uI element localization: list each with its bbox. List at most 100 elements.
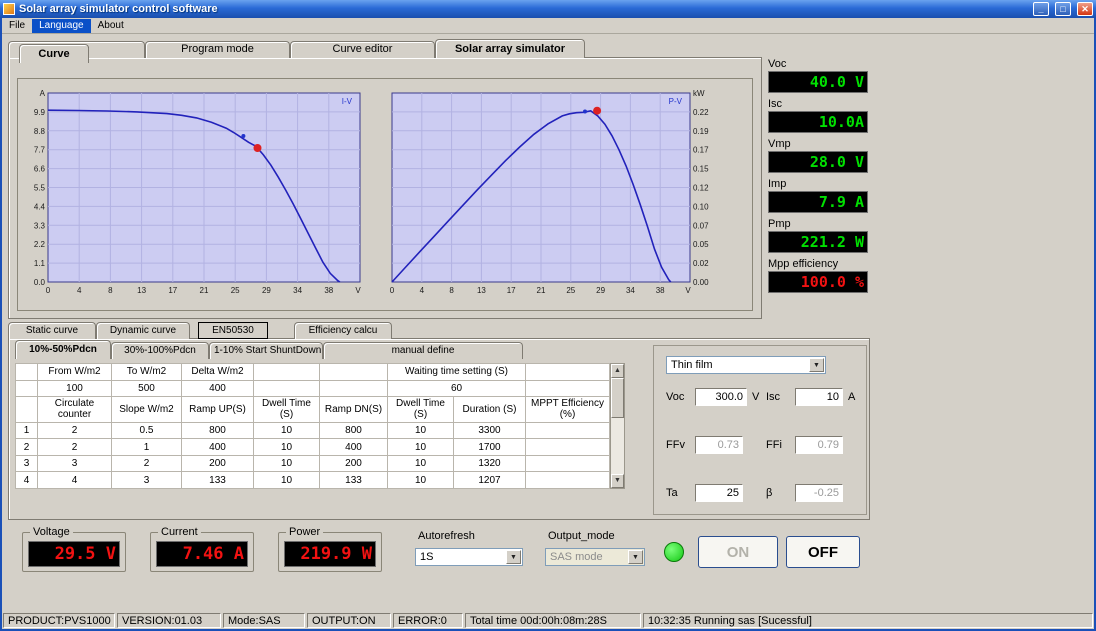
column-header-cell: Ramp UP(S) xyxy=(182,397,254,423)
tab-dynamic-curve[interactable]: Dynamic curve xyxy=(96,322,190,339)
data-cell[interactable]: 10 xyxy=(254,455,320,472)
tab-static-curve[interactable]: Static curve xyxy=(8,322,96,339)
data-cell[interactable]: 10 xyxy=(254,439,320,456)
tab-program-mode[interactable]: Program mode xyxy=(145,41,290,58)
param-voc: Voc V xyxy=(666,388,759,406)
menu-about[interactable]: About xyxy=(91,19,131,33)
module-type-select[interactable]: Thin film ▼ xyxy=(666,356,826,374)
scrollbar-track[interactable] xyxy=(611,378,624,474)
data-cell[interactable]: 10 xyxy=(254,422,320,439)
range-value-cell[interactable]: 400 xyxy=(182,380,254,397)
data-cell[interactable]: 1700 xyxy=(454,439,526,456)
minimize-button[interactable]: _ xyxy=(1033,2,1049,16)
data-cell[interactable]: 3300 xyxy=(454,422,526,439)
table-scrollbar[interactable]: ▲ ▼ xyxy=(610,363,625,489)
subtab-manual-define[interactable]: manual define xyxy=(323,342,523,359)
isc-display: 10.0A xyxy=(768,111,868,133)
curve-mode-tab-bar: Static curve Dynamic curve EN50530 Effic… xyxy=(8,322,392,339)
range-header-cell xyxy=(254,364,320,381)
isc-input[interactable] xyxy=(795,388,843,406)
titlebar[interactable]: Solar array simulator control software _… xyxy=(0,0,1096,18)
window-title: Solar array simulator control software xyxy=(19,3,1027,15)
range-value-cell[interactable] xyxy=(526,380,610,397)
data-cell[interactable]: 10 xyxy=(388,422,454,439)
chevron-down-icon[interactable]: ▼ xyxy=(506,550,521,564)
tab-en50530[interactable]: EN50530 xyxy=(198,322,268,339)
readout-pmp: Pmp 221.2 W xyxy=(768,218,868,253)
subtab-start-shutdown[interactable]: 1-10% Start ShuntDown xyxy=(209,342,323,359)
data-cell[interactable]: 3 xyxy=(112,472,182,489)
svg-text:0.19: 0.19 xyxy=(693,127,709,136)
close-button[interactable]: ✕ xyxy=(1077,2,1093,16)
chevron-down-icon[interactable]: ▼ xyxy=(809,358,824,372)
range-value-cell[interactable]: 500 xyxy=(112,380,182,397)
data-cell[interactable]: 1207 xyxy=(454,472,526,489)
range-value-cell[interactable] xyxy=(320,380,388,397)
range-value-cell[interactable]: 60 xyxy=(388,380,526,397)
range-value-cell[interactable] xyxy=(254,380,320,397)
param-label: FFi xyxy=(766,439,790,451)
range-value-cell[interactable]: 100 xyxy=(38,380,112,397)
data-cell[interactable]: 10 xyxy=(388,472,454,489)
menu-file[interactable]: File xyxy=(2,19,32,33)
autorefresh-select[interactable]: 1S ▼ xyxy=(415,548,523,566)
range-header-cell xyxy=(526,364,610,381)
data-cell[interactable]: 200 xyxy=(182,455,254,472)
data-cell[interactable]: 2 xyxy=(112,455,182,472)
tab-curve[interactable]: Curve xyxy=(19,44,89,63)
mpp-efficiency-display: 100.0 % xyxy=(768,271,868,293)
readout-label: Isc xyxy=(768,98,868,111)
svg-text:17: 17 xyxy=(507,286,516,295)
imp-display: 7.9 A xyxy=(768,191,868,213)
maximize-button[interactable]: □ xyxy=(1055,2,1071,16)
scrollbar-thumb[interactable] xyxy=(611,378,624,418)
chart-area: 0.01.12.23.34.45.56.67.78.89.9A048131721… xyxy=(17,78,753,311)
data-cell[interactable]: 800 xyxy=(320,422,388,439)
voc-input[interactable] xyxy=(695,388,747,406)
status-error: ERROR:0 xyxy=(393,613,463,628)
column-header-cell: MPPT Efficiency (%) xyxy=(526,397,610,423)
module-params-panel: Thin film ▼ Voc V Isc A FFv FFi Ta β xyxy=(653,345,867,515)
tab-solar-array-simulator[interactable]: Solar array simulator xyxy=(435,39,585,58)
data-cell[interactable]: 1 xyxy=(112,439,182,456)
data-cell[interactable]: 400 xyxy=(182,439,254,456)
readout-voc: Voc 40.0 V xyxy=(768,58,868,93)
data-cell[interactable]: 133 xyxy=(320,472,388,489)
data-cell[interactable]: 1320 xyxy=(454,455,526,472)
table-row: 22140010400101700 xyxy=(16,439,610,456)
data-cell[interactable]: 2 xyxy=(38,439,112,456)
menu-language[interactable]: Language xyxy=(32,19,91,33)
data-cell[interactable] xyxy=(526,472,610,489)
svg-text:7.7: 7.7 xyxy=(34,146,46,155)
data-cell[interactable]: 200 xyxy=(320,455,388,472)
svg-text:4: 4 xyxy=(77,286,82,295)
svg-text:0.10: 0.10 xyxy=(693,202,709,211)
ta-input[interactable] xyxy=(695,484,743,502)
data-cell[interactable] xyxy=(526,455,610,472)
svg-text:25: 25 xyxy=(231,286,240,295)
tab-curve-editor[interactable]: Curve editor xyxy=(290,41,435,58)
svg-text:5.5: 5.5 xyxy=(34,184,46,193)
data-cell[interactable]: 800 xyxy=(182,422,254,439)
data-cell[interactable]: 2 xyxy=(38,422,112,439)
subtab-30-100-pdcn[interactable]: 30%-100%Pdcn xyxy=(111,342,209,359)
scroll-down-button[interactable]: ▼ xyxy=(611,474,624,488)
data-cell[interactable]: 133 xyxy=(182,472,254,489)
tab-efficiency-calcu[interactable]: Efficiency calcu xyxy=(294,322,392,339)
menu-bar: File Language About xyxy=(2,18,1094,34)
pmp-display: 221.2 W xyxy=(768,231,868,253)
on-button[interactable]: ON xyxy=(698,536,778,568)
data-cell[interactable]: 3 xyxy=(38,455,112,472)
data-cell[interactable]: 10 xyxy=(388,455,454,472)
data-cell[interactable]: 4 xyxy=(38,472,112,489)
subtab-10-50-pdcn[interactable]: 10%-50%Pdcn xyxy=(15,340,111,359)
off-button[interactable]: OFF xyxy=(786,536,860,568)
scroll-up-button[interactable]: ▲ xyxy=(611,364,624,378)
data-cell[interactable] xyxy=(526,422,610,439)
data-cell[interactable] xyxy=(526,439,610,456)
data-cell[interactable]: 10 xyxy=(254,472,320,489)
power-group: Power 219.9 W xyxy=(278,532,382,572)
data-cell[interactable]: 400 xyxy=(320,439,388,456)
data-cell[interactable]: 10 xyxy=(388,439,454,456)
data-cell[interactable]: 0.5 xyxy=(112,422,182,439)
